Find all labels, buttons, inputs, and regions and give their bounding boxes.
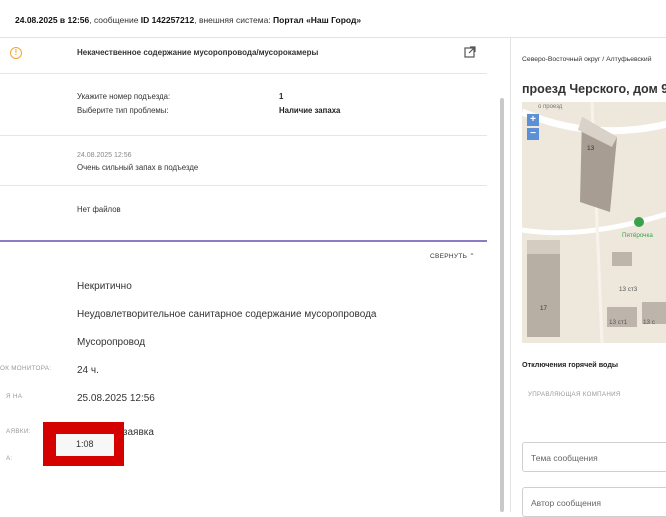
problem-type-value: Наличие запаха	[279, 106, 341, 115]
warning-icon: !	[10, 47, 22, 59]
management-company-label: УПРАВЛЯЮЩАЯ КОМПАНИЯ	[528, 391, 621, 398]
deadline-value: 25.08.2025 12:56	[77, 393, 155, 404]
message-id: ID 142257212	[140, 15, 195, 25]
zoom-out-button[interactable]: −	[527, 128, 539, 140]
map-building-label: 13 с	[643, 319, 655, 326]
comment-text: Очень сильный запах в подъезде	[77, 163, 199, 172]
map-building-label: 13 ст3	[619, 286, 638, 293]
request-header: 24.08.2025 в 12:56, сообщение ID 1422572…	[0, 0, 666, 38]
criticality-value: Некритично	[77, 281, 132, 292]
entrance-label: Укажите номер подъезда:	[77, 92, 171, 101]
map-building-label: 13	[587, 145, 595, 152]
collapse-label: СВЕРНУТЬ	[430, 253, 468, 260]
comment-timestamp: 24.08.2025 12:56	[77, 152, 132, 159]
request-date: 24.08.2025 в 12:56	[15, 15, 90, 25]
external-system: Портал «Наш Город»	[273, 15, 362, 25]
divider	[0, 73, 487, 74]
status-label: АЯВКИ:	[6, 428, 31, 435]
map[interactable]: + − о проезд 13 Пятёрочка 17 13 ст3 13 с…	[522, 102, 666, 343]
map-building-label: 17	[540, 305, 548, 312]
entrance-value: 1	[279, 92, 284, 101]
location-panel: Северо-Восточный округ / Алтуфьевский пр…	[510, 38, 666, 517]
hot-water-outages-title: Отключения горячей воды	[522, 360, 619, 369]
divider	[0, 135, 487, 136]
problem-title: Некачественное содержание мусоропровода/…	[77, 48, 319, 57]
map-building-label: 13 ст1	[609, 319, 628, 326]
header-text: , сообщение	[89, 15, 141, 25]
chevron-up-icon: ⌃	[469, 253, 476, 260]
monitor-deadline-value: 24 ч.	[77, 365, 99, 376]
map-shop-label: Пятёрочка	[622, 232, 653, 239]
monitor-deadline-label: ОК МОНИТОРА:	[0, 365, 52, 372]
message-subject-input[interactable]: Тема сообщения	[522, 442, 666, 472]
category-value: Неудовлетворительное санитарное содержан…	[77, 309, 377, 320]
header-text: , внешняя система:	[194, 15, 274, 25]
external-link-icon[interactable]	[464, 46, 476, 58]
district-breadcrumb[interactable]: Северо-Восточный округ / Алтуфьевский	[522, 56, 652, 63]
address-title: проезд Черского, дом 9	[522, 82, 666, 96]
object-value: Мусоропровод	[77, 337, 146, 348]
scrollbar[interactable]	[500, 98, 504, 512]
timer-value: 1:08	[56, 434, 114, 456]
files-status: Нет файлов	[77, 205, 121, 214]
divider	[0, 185, 487, 186]
message-author-input[interactable]: Автор сообщения	[522, 487, 666, 517]
timer-label: А:	[6, 455, 13, 462]
collapse-button[interactable]: СВЕРНУТЬ ⌃	[430, 252, 475, 260]
deadline-label: Я НА	[6, 393, 23, 400]
zoom-in-button[interactable]: +	[527, 114, 539, 126]
map-street-label: о проезд	[538, 104, 563, 110]
section-divider	[0, 240, 487, 242]
problem-type-label: Выберите тип проблемы:	[77, 106, 169, 115]
